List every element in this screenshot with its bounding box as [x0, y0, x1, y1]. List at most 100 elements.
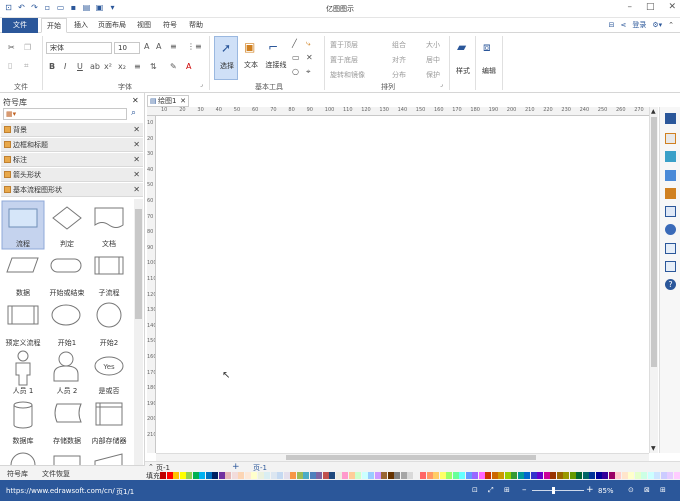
- color-swatch[interactable]: [459, 472, 465, 479]
- color-swatch[interactable]: [615, 472, 621, 479]
- color-swatch[interactable]: [290, 472, 296, 479]
- color-swatch[interactable]: [309, 472, 316, 479]
- align-text-icon[interactable]: ≡: [134, 62, 141, 71]
- close-tab-icon[interactable]: ✕: [180, 96, 186, 107]
- color-swatch[interactable]: [433, 472, 439, 479]
- fit-page-icon[interactable]: ⊡: [472, 486, 478, 494]
- grow-font-icon[interactable]: A: [144, 42, 149, 51]
- color-swatch[interactable]: [608, 472, 615, 479]
- stored-data-shape-icon[interactable]: [54, 403, 82, 423]
- login-link[interactable]: 登录: [632, 20, 646, 30]
- rotate-button[interactable]: 旋转和镜像: [330, 70, 365, 80]
- website-link[interactable]: https://www.edrawsoft.com/cn/: [6, 487, 115, 495]
- tab-page-layout[interactable]: 页面布局: [94, 18, 130, 33]
- library-menu-icon[interactable]: ▦▾: [6, 110, 16, 118]
- bullet-list-icon[interactable]: ⋮≡: [187, 42, 202, 51]
- color-swatch[interactable]: [381, 472, 387, 479]
- color-swatch[interactable]: [413, 472, 420, 479]
- help-icon[interactable]: ?: [665, 279, 676, 290]
- color-swatch[interactable]: [355, 472, 361, 479]
- edit-button[interactable]: ⧈ 编辑: [478, 36, 500, 80]
- document-tab[interactable]: ▤ 绘图1 ✕: [147, 95, 189, 107]
- color-swatch[interactable]: [173, 472, 179, 479]
- color-swatch[interactable]: [628, 472, 634, 479]
- tab-insert[interactable]: 插入: [69, 18, 93, 33]
- color-swatch[interactable]: [556, 472, 563, 479]
- close-icon[interactable]: ✕: [133, 123, 140, 137]
- cut-icon[interactable]: ✂: [8, 43, 15, 52]
- color-swatch[interactable]: [439, 472, 446, 479]
- color-swatch[interactable]: [368, 472, 374, 479]
- color-swatch[interactable]: [647, 472, 654, 479]
- scroll-down-icon[interactable]: ▼: [651, 445, 656, 452]
- yes-no-shape-icon[interactable]: Yes: [94, 356, 124, 376]
- highlight-icon[interactable]: ✎: [170, 62, 177, 71]
- color-swatch[interactable]: [361, 472, 368, 479]
- rectangle-tool-icon[interactable]: ▭: [292, 53, 300, 62]
- color-swatch[interactable]: [563, 472, 569, 479]
- color-swatch[interactable]: [465, 472, 472, 479]
- color-swatch[interactable]: [192, 472, 199, 479]
- zoom-in-icon[interactable]: +: [586, 485, 594, 495]
- color-swatch[interactable]: [335, 472, 342, 479]
- color-swatch[interactable]: [517, 472, 524, 479]
- zoom-out-icon[interactable]: –: [522, 485, 527, 495]
- select-tool-button[interactable]: ➚ 选择: [214, 36, 238, 80]
- color-swatch[interactable]: [491, 472, 498, 479]
- vertical-scroll-thumb[interactable]: [651, 117, 657, 367]
- predefined-process-shape-icon[interactable]: [7, 305, 39, 325]
- color-swatch[interactable]: [569, 472, 576, 479]
- color-swatch[interactable]: [426, 472, 433, 479]
- color-swatch[interactable]: [654, 472, 660, 479]
- fill-icon[interactable]: [665, 113, 676, 124]
- tab-help[interactable]: 帮助: [184, 18, 208, 33]
- close-icon[interactable]: ✕: [133, 168, 140, 182]
- close-icon[interactable]: ✕: [133, 138, 140, 152]
- text-direction-icon[interactable]: ⇅: [150, 62, 157, 71]
- circle-shape-icon[interactable]: [96, 302, 122, 328]
- line-spacing-icon[interactable]: ≡: [170, 42, 177, 51]
- color-swatch[interactable]: [225, 472, 231, 479]
- category-background[interactable]: 背景 ✕: [1, 123, 143, 137]
- color-swatch[interactable]: [303, 472, 309, 479]
- color-swatch[interactable]: [478, 472, 485, 479]
- text-tool-button[interactable]: ▣ 文本: [240, 36, 262, 80]
- color-swatch[interactable]: [238, 472, 244, 479]
- color-swatch[interactable]: [205, 472, 212, 479]
- decision-shape-icon[interactable]: [52, 206, 82, 230]
- close-icon[interactable]: ✕: [133, 153, 140, 167]
- color-swatch[interactable]: [543, 472, 550, 479]
- horizontal-scroll-thumb[interactable]: [286, 455, 536, 460]
- data-shape-icon[interactable]: [6, 257, 39, 273]
- library-search-input[interactable]: ▦▾: [3, 108, 127, 120]
- zoom-slider-handle[interactable]: [552, 487, 555, 494]
- color-swatch[interactable]: [179, 472, 186, 479]
- search-icon[interactable]: ⌕: [131, 108, 136, 118]
- color-swatch[interactable]: [602, 472, 608, 479]
- color-swatch[interactable]: [582, 472, 589, 479]
- crossing-tool-icon[interactable]: ✕: [306, 53, 313, 62]
- page-nav-icon[interactable]: ⌃: [148, 463, 154, 471]
- attachment-icon[interactable]: [665, 243, 676, 254]
- color-swatch[interactable]: [511, 472, 517, 479]
- person1-shape-icon[interactable]: [15, 350, 31, 386]
- image-icon[interactable]: [665, 170, 676, 181]
- hyperlink-icon[interactable]: [665, 224, 676, 235]
- color-swatch[interactable]: [589, 472, 595, 479]
- color-swatch[interactable]: [257, 472, 264, 479]
- color-swatch[interactable]: [251, 472, 257, 479]
- zoom-level[interactable]: 85%: [598, 487, 614, 495]
- center-button[interactable]: 居中: [426, 55, 440, 65]
- color-swatch[interactable]: [504, 472, 511, 479]
- category-basic-flowchart[interactable]: 基本流程图形状 ✕: [1, 183, 143, 197]
- color-swatch[interactable]: [270, 472, 277, 479]
- protect-button[interactable]: 保护: [426, 70, 440, 80]
- window-icon[interactable]: ⊟: [609, 21, 615, 29]
- curve-tool-icon[interactable]: ⤷: [306, 39, 310, 49]
- subprocess-shape-icon[interactable]: [94, 256, 124, 275]
- font-size-select[interactable]: 10: [114, 42, 140, 54]
- color-swatch[interactable]: [472, 472, 478, 479]
- minimize-icon[interactable]: –: [627, 2, 632, 12]
- page-icon[interactable]: [665, 206, 676, 217]
- color-swatch[interactable]: [407, 472, 413, 479]
